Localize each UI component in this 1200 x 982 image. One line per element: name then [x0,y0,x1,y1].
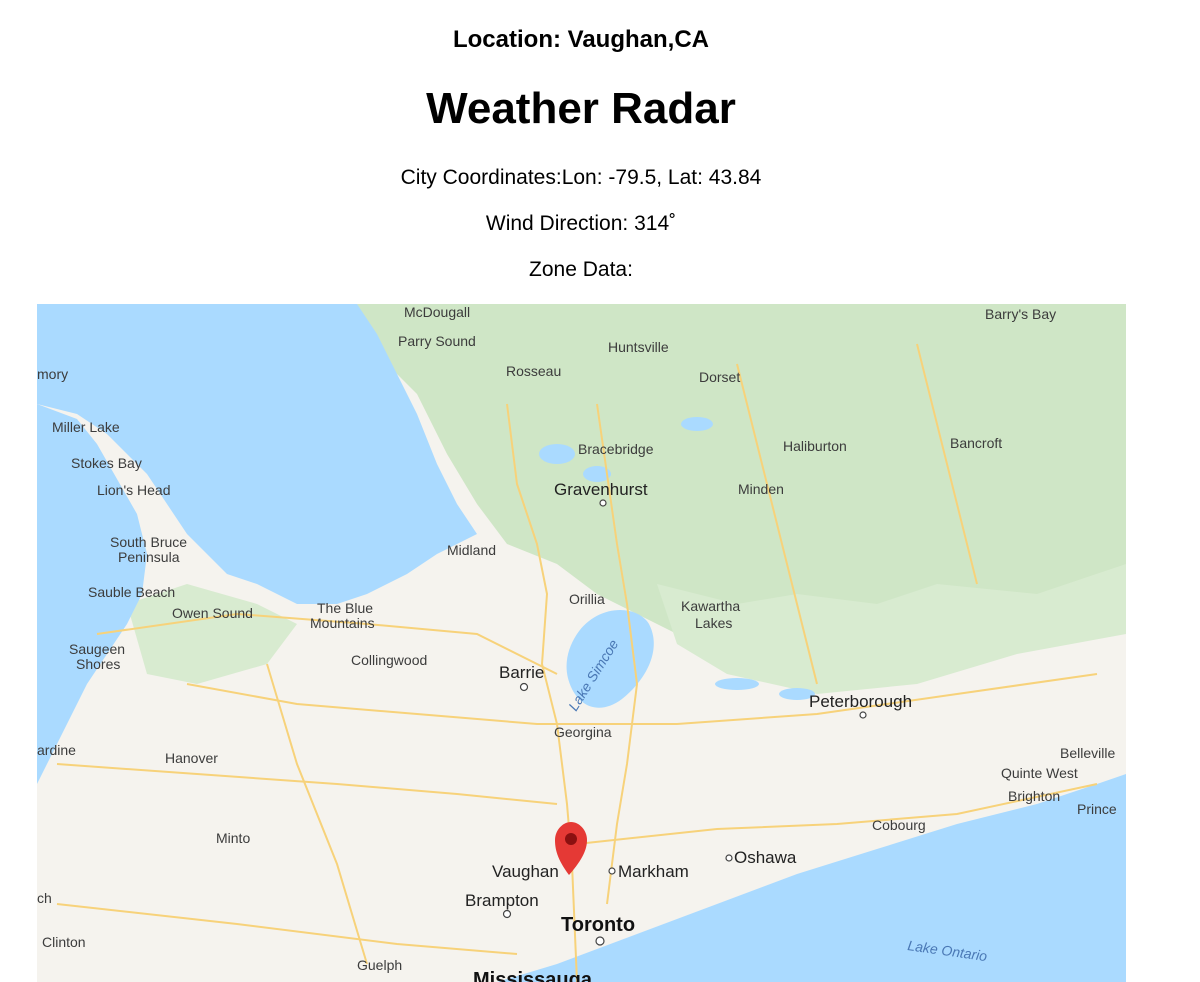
place-label: Lion's Head [97,482,171,498]
place-label: South Bruce [110,534,187,550]
map-canvas[interactable]: McDougall Parry Sound Huntsville Rosseau… [37,304,1126,982]
lake [715,678,759,690]
place-label: The Blue [317,600,373,616]
place-label: Lakes [695,615,732,631]
place-label: Midland [447,542,496,558]
place-label: Dorset [699,369,740,385]
city-label: Brampton [465,891,539,910]
place-label: ch [37,890,52,906]
lake [539,444,575,464]
place-label: Georgina [554,724,612,740]
place-label: Bracebridge [578,441,654,457]
place-label: Collingwood [351,652,427,668]
place-label: ardine [37,742,76,758]
location-heading: Location: Vaughan,CA [452,26,709,53]
place-label: Owen Sound [172,605,253,621]
place-label: Shores [76,656,120,672]
place-label: Huntsville [608,339,669,355]
place-label: Miller Lake [52,419,120,435]
place-label: Peninsula [118,549,180,565]
wind-direction: Wind Direction: 314˚ [485,212,677,235]
place-label: Sauble Beach [88,584,175,600]
place-label: Stokes Bay [71,455,142,471]
place-label: Saugeen [69,641,125,657]
place-label: Bancroft [950,435,1002,451]
place-label: Parry Sound [398,333,476,349]
place-label: Haliburton [783,438,847,454]
place-label: Guelph [357,957,402,973]
place-label: Hanover [165,750,218,766]
page-title: Weather Radar [426,84,736,133]
city-label: Oshawa [734,848,797,867]
place-label: Prince [1077,801,1117,817]
city-label: Vaughan [492,862,559,881]
city-label: Gravenhurst [554,480,648,499]
place-label: Cobourg [872,817,926,833]
place-label: Kawartha [681,598,740,614]
place-label: Minden [738,481,784,497]
lake [681,417,713,431]
place-label: Brighton [1008,788,1060,804]
weather-map[interactable]: McDougall Parry Sound Huntsville Rosseau… [37,304,1126,982]
place-label: Barry's Bay [985,306,1056,322]
city-label: Peterborough [809,692,912,711]
city-label-major: Toronto [561,914,635,936]
place-label: Clinton [42,934,86,950]
city-label-major: Mississauga [473,969,593,982]
place-label: McDougall [404,304,470,320]
place-label: Orillia [569,591,605,607]
place-label: Quinte West [1001,765,1078,781]
place-label: Belleville [1060,745,1115,761]
zone-data-label: Zone Data: [529,258,633,281]
place-label: Rosseau [506,363,561,379]
place-label: Minto [216,830,250,846]
place-label: Mountains [310,615,375,631]
city-coordinates: City Coordinates:Lon: -79.5, Lat: 43.84 [400,166,762,189]
place-label: mory [37,366,68,382]
city-label: Markham [618,862,689,881]
city-label: Barrie [499,663,544,682]
